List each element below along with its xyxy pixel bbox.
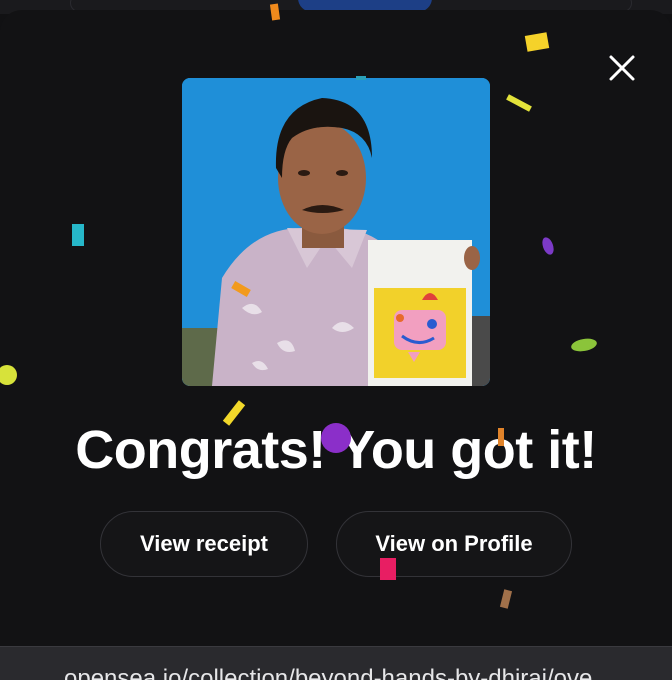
- view-on-profile-button[interactable]: View on Profile: [336, 511, 572, 577]
- congrats-title: Congrats! You got it!: [75, 420, 597, 480]
- close-icon: [609, 55, 635, 81]
- browser-url-bar[interactable]: opensea.io/collection/beyond-hands-by-dh…: [0, 646, 672, 680]
- nft-image: [182, 78, 490, 386]
- view-receipt-button[interactable]: View receipt: [100, 511, 308, 577]
- close-button[interactable]: [608, 54, 636, 82]
- url-text: opensea.io/collection/beyond-hands-by-dh…: [64, 665, 593, 680]
- screen: Congrats! You got it! View receipt View …: [0, 0, 672, 680]
